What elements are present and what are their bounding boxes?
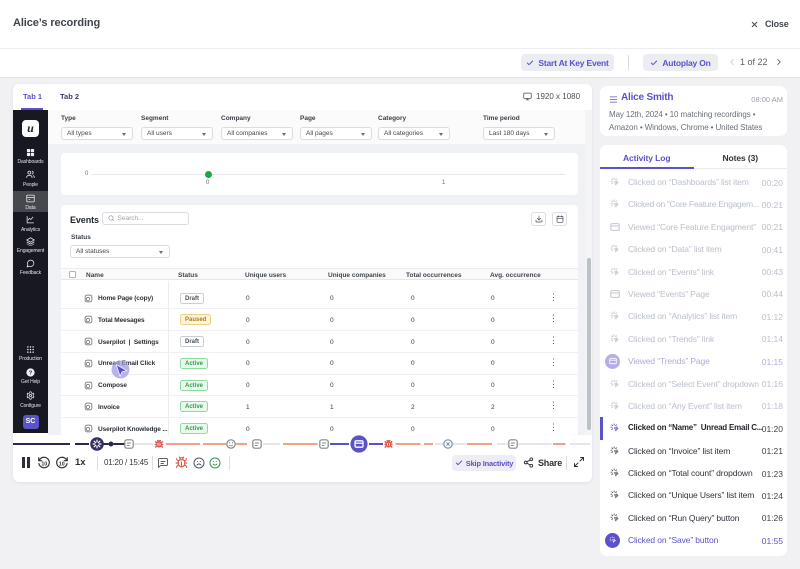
svg-text:10: 10: [59, 461, 65, 467]
svg-text:?: ?: [29, 370, 33, 376]
svg-text:10: 10: [41, 461, 47, 467]
